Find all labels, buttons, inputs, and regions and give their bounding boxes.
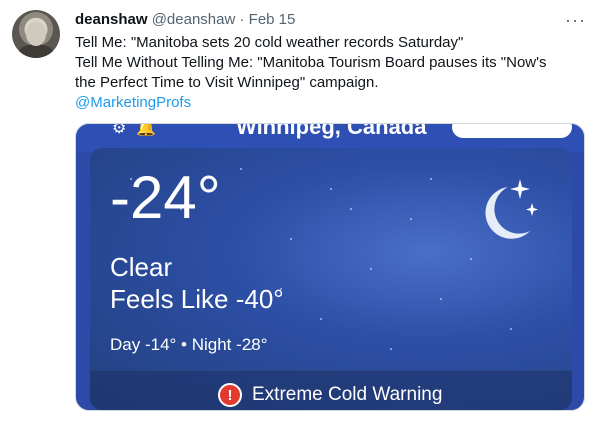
topbar-pill-button: [452, 124, 572, 138]
warning-content: ! Extreme Cold Warning: [218, 382, 442, 408]
gear-icon: ⚙: [112, 123, 127, 137]
author-name[interactable]: deanshaw: [75, 11, 148, 28]
weather-card: -24° Clear Feels Like -40° Day -14° • Ni…: [90, 148, 572, 410]
tweet-line-1: Tell Me: "Manitoba sets 20 cold weather …: [75, 34, 464, 51]
location-label: Winnipeg, Canada: [236, 123, 427, 139]
moon-stars-icon: [485, 179, 538, 239]
day-night-temps: Day -14° • Night -28°: [110, 335, 268, 354]
warning-text: Extreme Cold Warning: [252, 384, 443, 405]
tweet-line-2: Tell Me Without Telling Me: "Manitoba To…: [75, 54, 547, 71]
cold-warning-banner[interactable]: ! Extreme Cold Warning: [90, 370, 572, 410]
alert-icon: !: [218, 383, 242, 407]
avatar-shirt: [18, 44, 54, 58]
more-options-icon[interactable]: ···: [565, 10, 586, 31]
avatar[interactable]: [12, 10, 60, 58]
avatar-face: [26, 22, 46, 46]
tweet-media-image[interactable]: ⚙ 🔔 Winnipeg, Canada -24° Clear Feels Li…: [75, 123, 585, 411]
author-handle[interactable]: @deanshaw: [152, 11, 236, 28]
separator-dot: ·: [239, 11, 245, 28]
tweet-line-3: the Perfect Time to Visit Winnipeg" camp…: [75, 74, 379, 91]
condition-label: Clear: [110, 252, 173, 282]
bell-icon: 🔔: [136, 123, 156, 137]
tweet-header: deanshaw @deanshaw · Feb 15: [75, 10, 295, 30]
tweet-body: Tell Me: "Manitoba sets 20 cold weather …: [75, 33, 585, 113]
current-temperature: -24°: [110, 164, 221, 231]
mention-link[interactable]: @MarketingProfs: [75, 93, 585, 113]
tweet-date[interactable]: Feb 15: [249, 11, 296, 28]
feels-like-label: Feels Like -40°: [110, 284, 284, 314]
